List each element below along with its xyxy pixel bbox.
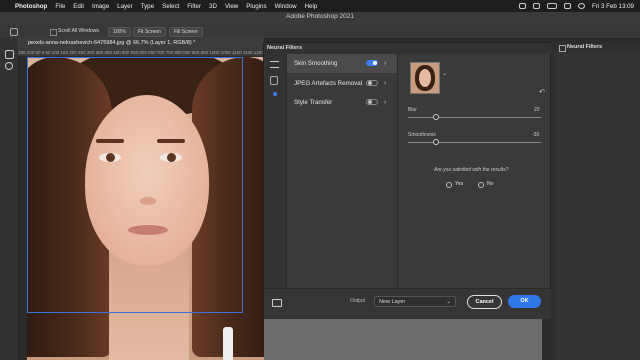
reset-icon[interactable]: ↶ [539,88,545,96]
smoothness-value: -30 [532,132,540,138]
scroll-all-label: Scroll All Windows [58,28,99,34]
output-label: Output [350,298,366,304]
blur-slider[interactable] [433,114,439,120]
menu-filter[interactable]: Filter [187,3,201,10]
brush-icon[interactable] [270,76,278,85]
output-select[interactable]: New Layer ⌄ [374,296,456,307]
filter-label: Style Transfer [294,99,333,106]
menu-app[interactable]: Photoshop [15,3,47,10]
panel-icon[interactable] [559,45,566,52]
document-tab[interactable]: pexels-anna-nekrashevich-6475984.jpg @ 6… [18,38,264,49]
output-value: New Layer [379,299,406,305]
datetime[interactable]: Fri 3 Feb 13:09 [592,3,634,10]
dot-icon[interactable] [273,92,277,96]
chevron-down-icon[interactable]: ⌄ [442,70,447,77]
filter-label: JPEG Artefacts Removal [294,80,363,87]
chevron-right-icon[interactable]: › [384,93,386,112]
blur-value: 20 [534,107,540,113]
status-icon[interactable] [519,3,527,9]
filters-list: Skin Smoothing › JPEG Artefacts Removal … [287,54,398,288]
options-bar: Adobe Photoshop 2021 [0,12,640,25]
menu-select[interactable]: Select [162,3,179,10]
zoom-icon[interactable] [5,62,13,70]
neural-footer: Output New Layer ⌄ Cancel OK [264,288,552,319]
battery-icon[interactable] [547,3,558,9]
canvas-background [264,318,542,360]
bluetooth-icon[interactable] [533,3,541,9]
neural-filters-title: Neural Filters [264,43,552,54]
yes-label: Yes [455,181,464,187]
right-panel: Neural Filters [556,42,640,360]
neural-filters-panel: Neural Filters Skin Smoothing › JPEG Art… [263,42,552,319]
menu-layer[interactable]: Layer [117,3,132,10]
strap [223,327,233,360]
yes-button[interactable]: Yes [446,180,463,189]
no-label: No [487,181,494,187]
ok-button[interactable]: OK [508,295,541,308]
menu-image[interactable]: Image [92,3,109,10]
menu-help[interactable]: Help [305,3,318,10]
selection-rectangle [27,57,243,313]
window-title: Adobe Photoshop 2021 [286,13,354,20]
wifi-icon[interactable] [564,3,572,9]
zoom-100-button[interactable]: 100% [108,27,131,37]
cancel-button[interactable]: Cancel [467,295,502,309]
toggle-skin-smoothing[interactable] [366,60,378,66]
menu-type[interactable]: Type [141,3,154,10]
right-panel-title[interactable]: Neural Filters [556,42,640,53]
feedback-question: Are you satisfied with the results? [434,167,509,173]
chevron-down-icon: ⌄ [446,299,451,305]
compare-icon[interactable] [272,299,282,307]
menu-3d[interactable]: 3D [209,3,217,10]
search-icon[interactable] [578,3,586,9]
toggle-jpeg-artefacts[interactable] [366,80,378,86]
checkbox-scroll-all[interactable] [50,29,57,36]
smoothness-track[interactable] [408,142,541,143]
chevron-right-icon[interactable]: › [384,54,386,73]
fill-screen-button[interactable]: Fill Screen [169,27,203,37]
blur-label: Blur [408,107,417,113]
menu-window[interactable]: Window [275,3,297,10]
thumbs-down-icon [478,181,484,188]
ruler: 150 100 50 0 50 100 150 200 250 300 350 … [18,49,264,56]
smoothness-slider[interactable] [433,139,439,145]
toolbar [0,38,19,360]
filter-label: Skin Smoothing [294,60,338,67]
thumbs-up-icon [446,181,452,188]
no-button[interactable]: No [478,180,493,189]
hand-icon[interactable] [5,50,14,59]
menu-bar: Photoshop File Edit Image Layer Type Sel… [0,0,640,12]
filter-skin-smoothing[interactable]: Skin Smoothing › [287,54,397,73]
face-thumbnail[interactable] [410,62,440,94]
menu-view[interactable]: View [225,3,238,10]
filter-settings: ⌄ ↶ Blur 20 Smoothness -30 Are you satis… [398,54,550,288]
smoothness-label: Smoothness [408,132,436,138]
chevron-right-icon[interactable]: › [384,74,386,93]
toggle-style-transfer[interactable] [366,99,378,105]
sliders-icon[interactable] [270,61,279,68]
fit-screen-button[interactable]: Fit Screen [133,27,166,37]
filter-icons-column [264,54,287,288]
tool-options-bar: Scroll All Windows 100% Fit Screen Fill … [0,25,640,39]
blur-track[interactable] [408,117,541,118]
filter-style-transfer[interactable]: Style Transfer › [287,93,397,112]
menu-plugins[interactable]: Plugins [246,3,266,10]
hand-tool-icon[interactable] [10,28,18,36]
menu-file[interactable]: File [55,3,65,10]
filter-jpeg-artefacts[interactable]: JPEG Artefacts Removal › [287,74,397,93]
menu-edit[interactable]: Edit [73,3,84,10]
